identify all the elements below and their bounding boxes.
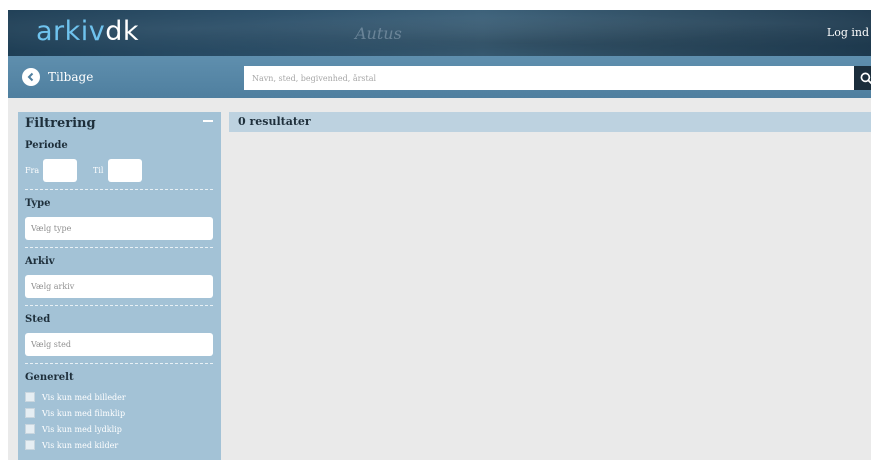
arkivdk-logo[interactable]: arkivdk bbox=[36, 16, 139, 47]
results-count: 0 resultater bbox=[238, 115, 311, 128]
checkbox-box[interactable] bbox=[25, 424, 35, 434]
search-icon bbox=[860, 72, 871, 84]
back-button[interactable]: Tilbage bbox=[22, 66, 93, 88]
checkbox-billeder[interactable]: Vis kun med billeder bbox=[25, 391, 126, 403]
checkbox-lydklip[interactable]: Vis kun med lydklip bbox=[25, 423, 122, 435]
divider bbox=[25, 363, 213, 364]
login-link[interactable]: Log ind bbox=[827, 26, 869, 39]
checkbox-filmklip[interactable]: Vis kun med filmklip bbox=[25, 407, 125, 419]
periode-to-input[interactable] bbox=[108, 159, 142, 182]
checkbox-label: Vis kun med kilder bbox=[42, 440, 119, 450]
divider bbox=[25, 305, 213, 306]
periode-from-input[interactable] bbox=[43, 159, 77, 182]
collapse-minus-icon[interactable] bbox=[203, 120, 215, 124]
checkbox-box[interactable] bbox=[25, 392, 35, 402]
results-bar: 0 resultater bbox=[229, 112, 871, 132]
arrow-left-icon bbox=[22, 68, 40, 86]
periode-from-label: Fra bbox=[25, 166, 40, 175]
checkbox-label: Vis kun med lydklip bbox=[42, 424, 122, 434]
type-select[interactable] bbox=[25, 217, 213, 240]
filter-panel: Filtrering Periode Fra Til Type Arkiv St… bbox=[18, 112, 221, 460]
checkbox-box[interactable] bbox=[25, 440, 35, 450]
type-label: Type bbox=[25, 198, 51, 209]
back-button-label: Tilbage bbox=[48, 70, 94, 84]
arkiv-label: Arkiv bbox=[25, 256, 55, 267]
checkbox-kilder[interactable]: Vis kun med kilder bbox=[25, 439, 118, 451]
divider bbox=[25, 189, 213, 190]
sted-label: Sted bbox=[25, 314, 51, 325]
logo-part-arkiv: arkiv bbox=[36, 16, 106, 47]
sted-select[interactable] bbox=[25, 333, 213, 356]
arkiv-select[interactable] bbox=[25, 275, 213, 298]
search-input[interactable] bbox=[244, 66, 854, 90]
periode-label: Periode bbox=[25, 140, 68, 151]
checkbox-label: Vis kun med billeder bbox=[42, 392, 126, 402]
generelt-label: Generelt bbox=[25, 372, 74, 383]
divider bbox=[25, 247, 213, 248]
toolbar: Tilbage bbox=[8, 56, 871, 98]
checkbox-box[interactable] bbox=[25, 408, 35, 418]
periode-to-label: Til bbox=[93, 166, 104, 175]
site-header: arkivdk Autus Log ind bbox=[8, 10, 871, 56]
logo-part-dk: dk bbox=[105, 16, 140, 47]
checkbox-label: Vis kun med filmklip bbox=[42, 408, 126, 418]
header-script-watermark: Autus bbox=[355, 24, 402, 43]
search-button[interactable] bbox=[854, 66, 871, 90]
filter-title: Filtrering bbox=[25, 116, 96, 131]
